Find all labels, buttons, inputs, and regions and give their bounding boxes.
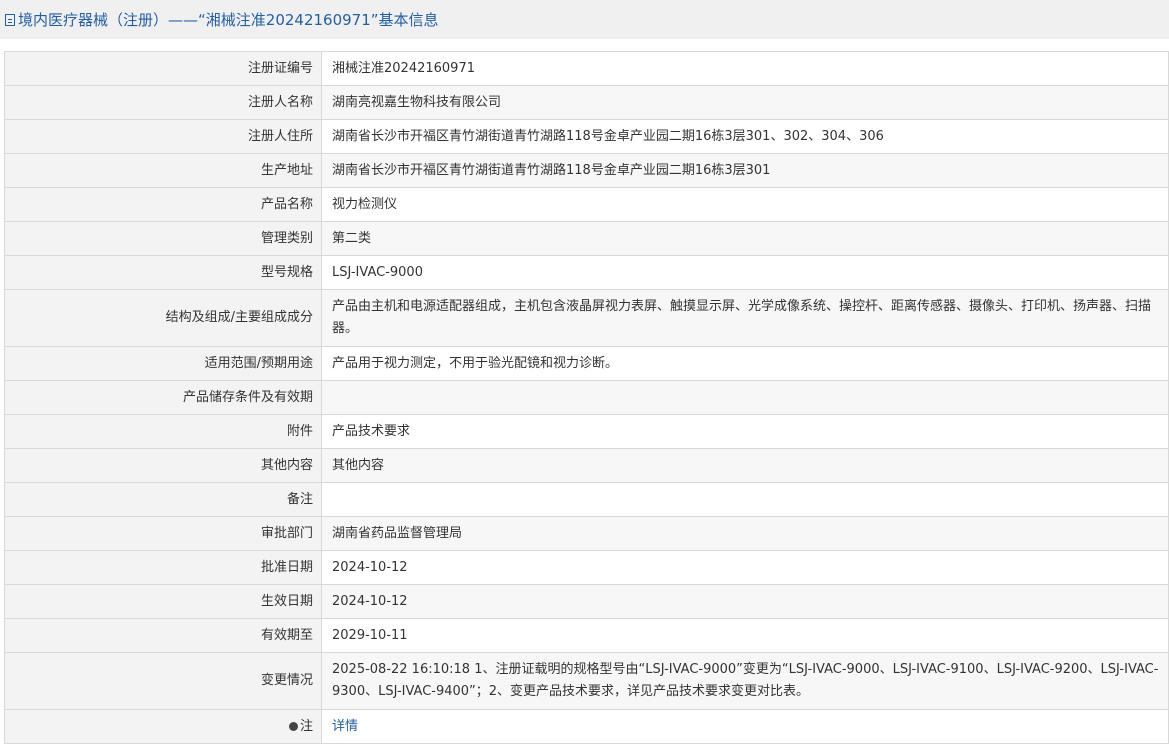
table-row-note: 注 详情 xyxy=(4,709,1169,744)
field-label: 批准日期 xyxy=(4,550,322,585)
field-value xyxy=(321,380,1169,415)
page-header: 境内医疗器械（注册）——“湘械注准20242160971”基本信息 xyxy=(0,0,1169,39)
table-row: 型号规格 LSJ-IVAC-9000 xyxy=(4,255,1169,290)
field-value: 2029-10-11 xyxy=(321,618,1169,653)
field-label: 其他内容 xyxy=(4,448,322,483)
details-link[interactable]: 详情 xyxy=(332,719,358,734)
table-row: 适用范围/预期用途 产品用于视力测定，不用于验光配镜和视力诊断。 xyxy=(4,346,1169,381)
note-label-cell: 注 xyxy=(4,709,322,744)
table-row: 注册证编号 湘械注准20242160971 xyxy=(4,51,1169,86)
table-row: 注册人名称 湖南亮视嘉生物科技有限公司 xyxy=(4,85,1169,120)
field-value: 湖南省长沙市开福区青竹湖街道青竹湖路118号金卓产业园二期16栋3层301、30… xyxy=(321,119,1169,154)
table-row: 生效日期 2024-10-12 xyxy=(4,584,1169,619)
table-row: 产品储存条件及有效期 xyxy=(4,380,1169,415)
info-table-container: 注册证编号 湘械注准20242160971 注册人名称 湖南亮视嘉生物科技有限公… xyxy=(4,51,1169,744)
table-row: 管理类别 第二类 xyxy=(4,221,1169,256)
field-value: 2024-10-12 xyxy=(321,584,1169,619)
table-row: 结构及组成/主要组成成分 产品由主机和电源适配器组成，主机包含液晶屏视力表屏、触… xyxy=(4,289,1169,347)
field-label: 管理类别 xyxy=(4,221,322,256)
table-row: 批准日期 2024-10-12 xyxy=(4,550,1169,585)
pin-icon xyxy=(288,721,298,731)
field-value: 湖南亮视嘉生物科技有限公司 xyxy=(321,85,1169,120)
field-value: LSJ-IVAC-9000 xyxy=(321,255,1169,290)
field-value: 2025-08-22 16:10:18 1、注册证载明的规格型号由“LSJ-IV… xyxy=(321,652,1169,710)
field-label: 注册人住所 xyxy=(4,119,322,154)
field-value: 产品由主机和电源适配器组成，主机包含液晶屏视力表屏、触摸显示屏、光学成像系统、操… xyxy=(321,289,1169,347)
field-value: 视力检测仪 xyxy=(321,187,1169,222)
table-row: 备注 xyxy=(4,482,1169,517)
field-value: 产品技术要求 xyxy=(321,414,1169,449)
page-title: 境内医疗器械（注册）——“湘械注准20242160971”基本信息 xyxy=(18,11,439,29)
table-row: 注册人住所 湖南省长沙市开福区青竹湖街道青竹湖路118号金卓产业园二期16栋3层… xyxy=(4,119,1169,154)
table-row: 其他内容 其他内容 xyxy=(4,448,1169,483)
table-row: 审批部门 湖南省药品监督管理局 xyxy=(4,516,1169,551)
table-row: 变更情况 2025-08-22 16:10:18 1、注册证载明的规格型号由“L… xyxy=(4,652,1169,710)
field-label: 注册人名称 xyxy=(4,85,322,120)
field-label: 结构及组成/主要组成成分 xyxy=(4,289,322,347)
field-value: 湖南省药品监督管理局 xyxy=(321,516,1169,551)
field-label: 备注 xyxy=(4,482,322,517)
field-label: 生产地址 xyxy=(4,153,322,188)
field-value: 第二类 xyxy=(321,221,1169,256)
info-table: 注册证编号 湘械注准20242160971 注册人名称 湖南亮视嘉生物科技有限公… xyxy=(4,51,1169,744)
field-value: 产品用于视力测定，不用于验光配镜和视力诊断。 xyxy=(321,346,1169,381)
field-label: 适用范围/预期用途 xyxy=(4,346,322,381)
table-row: 生产地址 湖南省长沙市开福区青竹湖街道青竹湖路118号金卓产业园二期16栋3层3… xyxy=(4,153,1169,188)
table-row: 产品名称 视力检测仪 xyxy=(4,187,1169,222)
table-row: 有效期至 2029-10-11 xyxy=(4,618,1169,653)
field-label: 注册证编号 xyxy=(4,51,322,86)
field-value: 湘械注准20242160971 xyxy=(321,51,1169,86)
note-value-cell: 详情 xyxy=(321,709,1169,744)
field-value: 湖南省长沙市开福区青竹湖街道青竹湖路118号金卓产业园二期16栋3层301 xyxy=(321,153,1169,188)
field-label: 变更情况 xyxy=(4,652,322,710)
document-icon xyxy=(5,13,15,26)
field-value: 2024-10-12 xyxy=(321,550,1169,585)
field-value xyxy=(321,482,1169,517)
note-label: 注 xyxy=(299,718,313,734)
field-label: 附件 xyxy=(4,414,322,449)
field-label: 型号规格 xyxy=(4,255,322,290)
table-row: 附件 产品技术要求 xyxy=(4,414,1169,449)
field-label: 生效日期 xyxy=(4,584,322,619)
field-label: 产品名称 xyxy=(4,187,322,222)
field-label: 审批部门 xyxy=(4,516,322,551)
field-value: 其他内容 xyxy=(321,448,1169,483)
field-label: 产品储存条件及有效期 xyxy=(4,380,322,415)
field-label: 有效期至 xyxy=(4,618,322,653)
